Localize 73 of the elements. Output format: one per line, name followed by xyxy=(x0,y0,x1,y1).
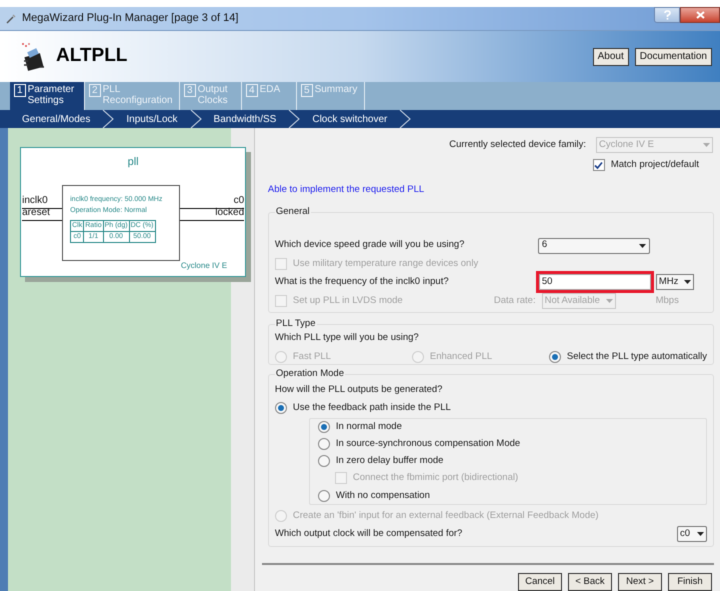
header-button[interactable]: About xyxy=(592,48,629,66)
chevron-icon xyxy=(399,110,412,128)
help-button[interactable] xyxy=(654,7,680,23)
tab-label: EDA xyxy=(260,84,280,95)
wizard-button[interactable]: Next > xyxy=(618,573,662,591)
caret-icon xyxy=(703,143,710,147)
caret-icon xyxy=(697,532,704,536)
device-label: Cyclone IV E xyxy=(180,260,228,272)
field-label: Which output clock will be compensated for? xyxy=(274,526,462,541)
field-label: Which device speed grade will you be using? xyxy=(274,238,466,252)
checkbox-label: Use military temperature range devices only xyxy=(292,256,478,270)
window-title: MegaWizard Plug-In Manager [page 3 of 14] xyxy=(22,11,238,26)
sub-tab[interactable]: General/Modes xyxy=(22,112,90,126)
block-title: pll xyxy=(126,155,140,170)
help-icon xyxy=(664,10,670,20)
radio-label: With no compensation xyxy=(336,488,430,502)
sub-tab[interactable]: Bandwidth/SS xyxy=(214,112,276,126)
wand-icon xyxy=(6,14,16,24)
chevron-icon xyxy=(288,110,300,128)
checkmark-icon xyxy=(594,160,604,170)
field-label: Data rate: xyxy=(494,294,536,308)
wizard-button[interactable]: Cancel xyxy=(518,573,562,591)
caret-icon xyxy=(684,280,691,284)
tab-number: 3 xyxy=(184,84,196,97)
radio-label: Use the feedback path inside the PLL xyxy=(292,401,451,416)
frequency-input[interactable]: 50 xyxy=(538,274,651,290)
unit-dropdown[interactable]: MHz xyxy=(656,274,694,290)
output-clock-dropdown[interactable]: c0 xyxy=(677,526,707,542)
tab-label: PLL Reconfiguration xyxy=(102,84,174,106)
radio-button[interactable] xyxy=(318,455,330,468)
wizard-button[interactable]: Finish xyxy=(668,573,712,591)
speed-grade-dropdown[interactable]: 6 xyxy=(538,238,650,254)
sub-tab[interactable]: Inputs/Lock xyxy=(126,112,178,126)
checkbox-label: Set up PLL in LVDS mode xyxy=(292,294,403,308)
radio-button[interactable] xyxy=(318,490,330,502)
unit-label: Mbps xyxy=(656,294,679,308)
field-label: What is the frequency of the inclk0 input? xyxy=(274,274,450,289)
field-label: Currently selected device family: xyxy=(449,138,586,152)
tab-number: 5 xyxy=(301,84,313,97)
question-text: Which PLL type will you be using? xyxy=(274,332,419,343)
radio-button[interactable] xyxy=(274,402,287,414)
radio-button[interactable] xyxy=(318,438,330,450)
radio-button[interactable] xyxy=(548,351,561,364)
header-button[interactable]: Documentation xyxy=(634,48,712,66)
radio-label: Select the PLL type automatically xyxy=(566,350,707,364)
checkbox-label: Match project/default xyxy=(610,158,699,172)
wizard-button[interactable]: < Back xyxy=(568,573,612,591)
close-button[interactable] xyxy=(680,7,720,23)
close-icon xyxy=(696,11,704,19)
tab-number: 4 xyxy=(246,84,258,97)
checkbox-label: Connect the fbmimic port (bidirectional) xyxy=(352,471,518,486)
tab-label: Output Clocks xyxy=(198,84,229,106)
radio-label: In source-synchronous compensation Mode xyxy=(336,436,520,451)
radio-label: Create an 'fbin' input for an external feedback (External Feedback Mode) xyxy=(292,508,599,523)
chevron-icon xyxy=(102,110,114,128)
chip-icon xyxy=(20,40,46,72)
tab-number: 1 xyxy=(14,84,26,97)
caret-icon xyxy=(638,244,646,248)
tab-label: Parameter Settings xyxy=(28,84,76,106)
radio-label: In zero delay buffer mode xyxy=(336,454,444,468)
caret-icon xyxy=(606,298,613,303)
radio-label: Enhanced PLL xyxy=(430,350,492,364)
component-title: ALTPLL xyxy=(56,44,128,68)
radio-button[interactable] xyxy=(318,420,330,433)
chevron-icon xyxy=(190,110,202,128)
sub-tab[interactable]: Clock switchover xyxy=(312,112,388,126)
tab-number: 2 xyxy=(89,84,101,97)
wizard-tab[interactable]: 1 Parameter Settings xyxy=(10,82,85,110)
tab-label: Summary xyxy=(314,84,358,95)
status-message: Able to implement the requested PLL xyxy=(268,183,426,198)
radio-label: In normal mode xyxy=(336,420,402,434)
radio-label: Fast PLL xyxy=(292,350,331,364)
question-text: How will the PLL outputs be generated? xyxy=(274,384,442,395)
